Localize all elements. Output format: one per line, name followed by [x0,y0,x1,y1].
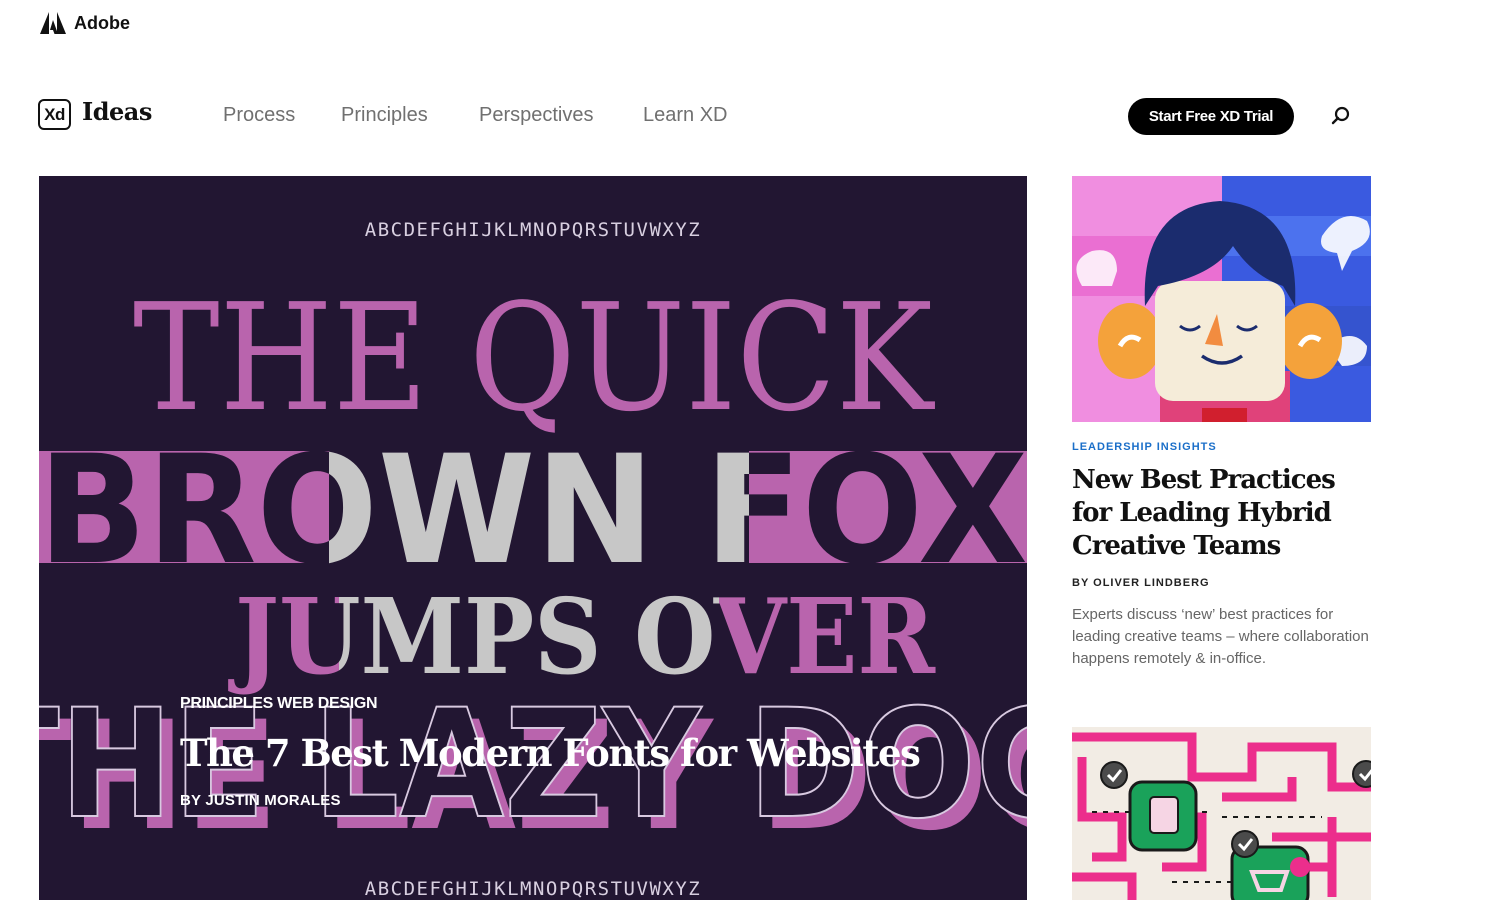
brand-ideas[interactable]: Ideas [82,97,152,126]
hero-category-tag[interactable]: PRINCIPLES WEB DESIGN [180,695,378,713]
article-author[interactable]: BY OLIVER LINDBERG [1072,577,1371,589]
article-card[interactable] [1072,727,1371,900]
hero-article-title[interactable]: The 7 Best Modern Fonts for Websites [180,731,921,775]
main-navigation: Xd Ideas Process Principles Perspectives… [38,96,1368,138]
adobe-header[interactable]: Adobe [40,8,130,38]
alphabet-top: ABCDEFGHIJKLMNOPQRSTUVWXYZ [365,219,701,241]
nav-link-perspectives[interactable]: Perspectives [479,104,594,127]
article-title[interactable]: New Best Practices for Leading Hybrid Cr… [1072,464,1371,563]
nav-link-principles[interactable]: Principles [341,104,428,127]
nav-link-learn-xd[interactable]: Learn XD [643,104,728,127]
adobe-label: Adobe [74,12,130,33]
alphabet-bottom: ABCDEFGHIJKLMNOPQRSTUVWXYZ [365,878,701,900]
xd-logo-icon[interactable]: Xd [38,99,71,130]
search-icon[interactable] [1330,105,1352,127]
article-card[interactable]: LEADERSHIP INSIGHTS New Best Practices f… [1072,176,1371,670]
article-category-tag[interactable]: LEADERSHIP INSIGHTS [1072,441,1371,453]
nav-link-process[interactable]: Process [223,104,295,127]
start-free-trial-button[interactable]: Start Free XD Trial [1128,98,1294,135]
article-description: Experts discuss ‘new’ best practices for… [1072,606,1369,667]
hero-author[interactable]: BY JUSTIN MORALES [180,792,341,809]
article-illustration-shopping-maze[interactable] [1072,727,1371,900]
artwork-line-quick: THE QUICK [133,272,935,444]
hero-feature-card[interactable]: ABCDEFGHIJKLMNOPQRSTUVWXYZ THE QUICK BRO… [39,176,1027,900]
adobe-logo-icon [40,12,66,34]
article-illustration-listening-person[interactable] [1072,176,1371,422]
